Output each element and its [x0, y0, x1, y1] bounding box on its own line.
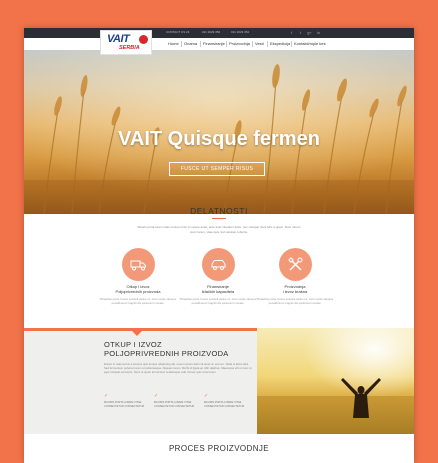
- nav-item-vesti[interactable]: Vesti: [255, 41, 264, 47]
- nav-item-kontakt[interactable]: Kontakti/mple kes: [294, 41, 326, 47]
- tools-icon: [288, 257, 303, 271]
- nav-separator: [267, 41, 268, 47]
- contact-info-1: CONTACT US 24: [166, 30, 190, 34]
- twitter-icon[interactable]: t: [298, 30, 303, 35]
- check-icon: ✓: [154, 393, 159, 399]
- field-sunrise-image: [257, 328, 414, 434]
- service-text-proizvodnja: Phasellus porta. Fusce suscipit varius m…: [256, 297, 334, 305]
- check-icon: ✓: [204, 393, 209, 399]
- service-circle-finansiranje[interactable]: [202, 248, 235, 281]
- nav-item-finansiranje[interactable]: Finansiranje: [203, 41, 225, 47]
- hero-title: VAIT Quisque fermen: [118, 128, 320, 150]
- nav-separator: [226, 41, 227, 47]
- hero-cta-button[interactable]: FUSCE UT SEMPER RISUS: [169, 162, 265, 176]
- main-nav: Home Onama Finansiranje Proizvodnja Vest…: [24, 38, 414, 50]
- truck-icon: [130, 260, 146, 271]
- feature-text: MAURIS PORTA LOREM VITAE CONSECTETUR CON…: [154, 401, 195, 408]
- accent-pointer-icon: [132, 331, 142, 336]
- service-circle-proizvodnja[interactable]: [279, 248, 312, 281]
- facebook-icon[interactable]: f: [289, 30, 294, 35]
- logo-subtitle: SERBIA: [119, 45, 140, 51]
- service-text-finansiranje: Phasellus porta. Fusce suscipit varius m…: [179, 297, 257, 305]
- section-title-delatnosti: DELATNOSTI: [190, 206, 248, 216]
- otkup-text: Donec in vitae lectus a tempus quis temp…: [104, 362, 252, 374]
- service-text-otkup: Phasellus porta. Fusce suscipit varius m…: [99, 297, 177, 305]
- section-title-proces: PROCES PROIZVODNJE: [168, 444, 270, 453]
- nav-item-proizvodnja[interactable]: Proizvodnja: [229, 41, 250, 47]
- hero-banner: VAIT Quisque fermen FUSCE UT SEMPER RISU…: [24, 50, 414, 214]
- section-intro-text: Mauris porta lorem vitae cursus tortor i…: [137, 225, 301, 234]
- feature-text: MAURIS PORTA LOREM VITAE CONSECTETUR CON…: [204, 401, 245, 408]
- nav-separator: [181, 41, 182, 47]
- linkedin-icon[interactable]: in: [316, 30, 321, 35]
- service-title-finansiranje: Finansiranje lidačkih kapacitela: [201, 284, 235, 294]
- top-bar: CONTACT US 24 011 3029 350 011 3029 352 …: [24, 28, 414, 38]
- nav-separator: [291, 41, 292, 47]
- nav-item-onama[interactable]: Onama: [184, 41, 197, 47]
- otkup-title: OTKUP I IZVOZ POLJOPRIVREDNIH PROIZVODA: [104, 340, 229, 358]
- check-icon: ✓: [104, 393, 109, 399]
- google-plus-icon[interactable]: g+: [307, 30, 312, 35]
- title-underline: [212, 218, 226, 219]
- service-circle-otkup[interactable]: [122, 248, 155, 281]
- feature-text: MAURIS PORTA LOREM VITAE CONSECTETUR CON…: [104, 401, 145, 408]
- service-title-proizvodnja: Proizvodnja i izvoz brašna: [282, 284, 308, 294]
- logo-dot-icon: [139, 35, 148, 44]
- website-page: CONTACT US 24 011 3029 350 011 3029 352 …: [24, 28, 414, 463]
- car-icon: [211, 260, 226, 270]
- nav-separator: [200, 41, 201, 47]
- nav-item-home[interactable]: Home: [168, 41, 179, 47]
- nav-separator: [252, 41, 253, 47]
- logo-wordmark: VAIT: [107, 33, 130, 45]
- man-in-field-photo: [257, 328, 414, 434]
- contact-phone-1: 011 3029 350: [202, 30, 221, 34]
- contact-phone-2: 011 3029 352: [231, 30, 250, 34]
- nav-item-ekspedicija[interactable]: Ekspedicija: [270, 41, 290, 47]
- service-title-otkup: Otkup i izvoz Poljoprivrednih proizvoda: [115, 284, 161, 294]
- brand-logo[interactable]: VAIT SERBIA: [100, 30, 152, 55]
